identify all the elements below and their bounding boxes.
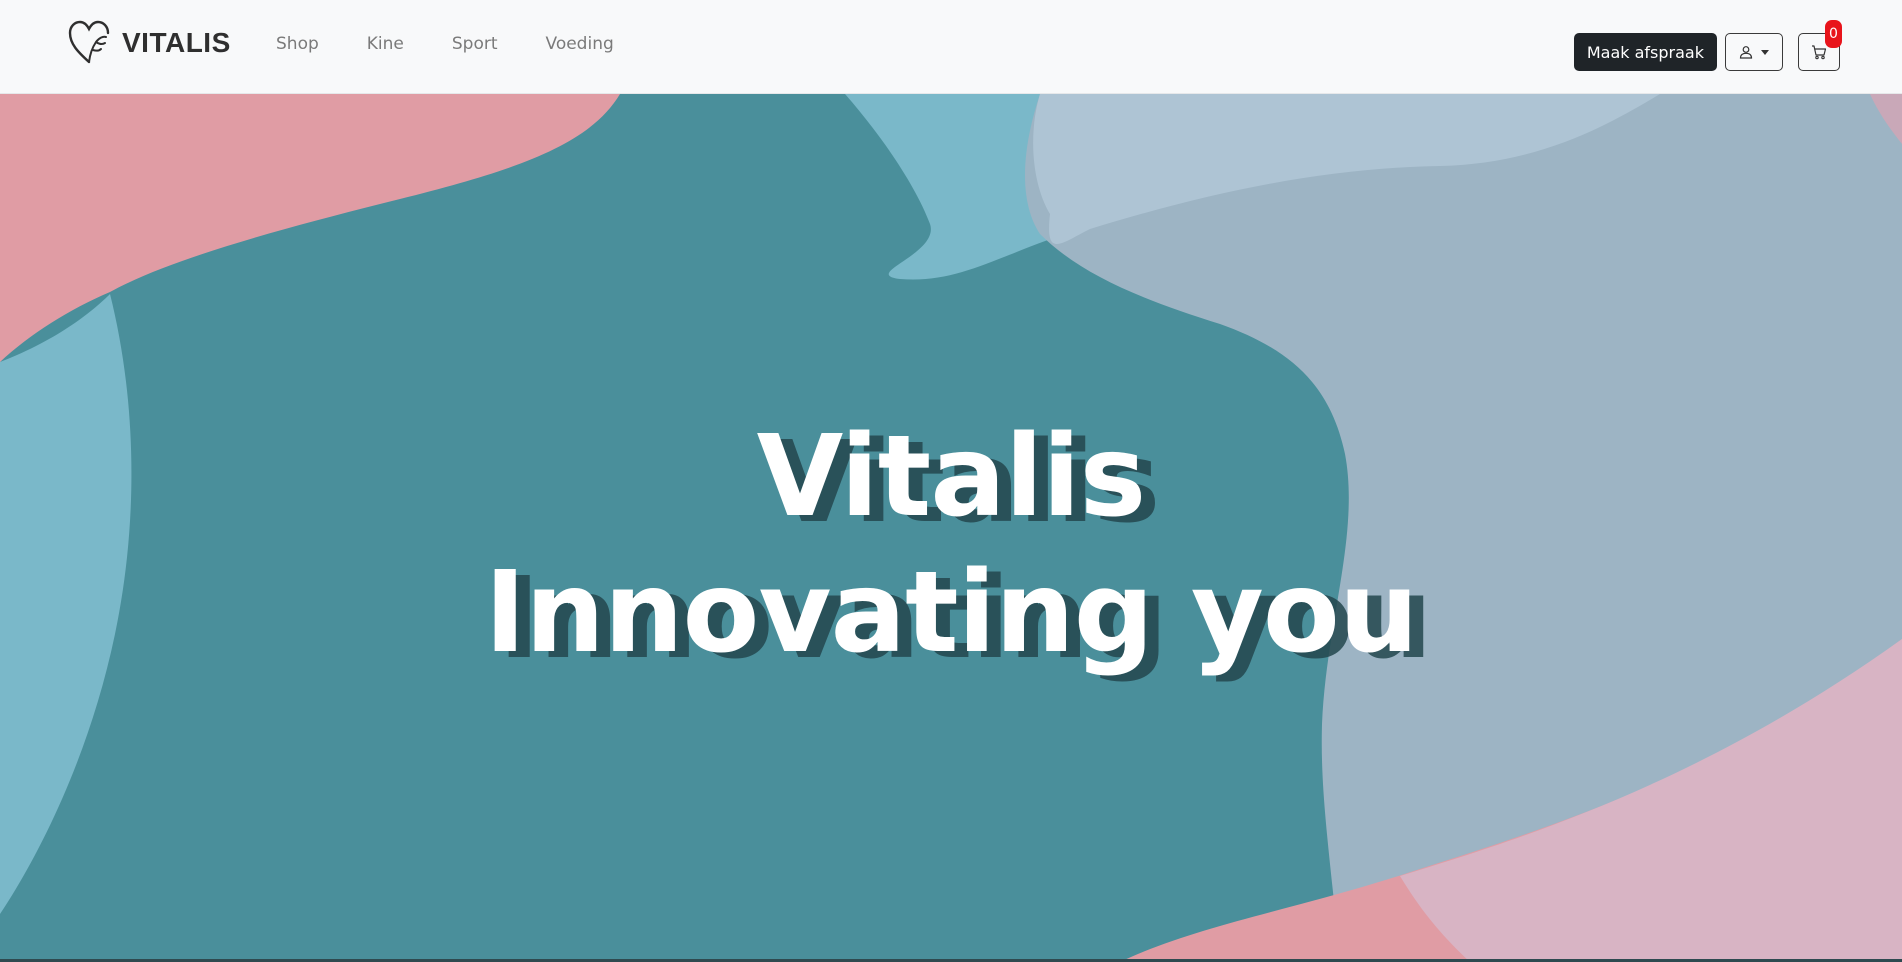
make-appointment-button[interactable]: Maak afspraak <box>1573 33 1717 71</box>
user-icon <box>1739 46 1753 59</box>
nav-actions: Maak afspraak 0 <box>1573 20 1842 71</box>
user-menu-button[interactable] <box>1725 33 1783 71</box>
nav-link-sport[interactable]: Sport <box>452 34 498 54</box>
hero-section: Vitalis Innovating you <box>0 94 1902 962</box>
nav-link-kine[interactable]: Kine <box>367 34 404 54</box>
cart-button[interactable]: 0 <box>1798 20 1842 71</box>
logo-heart-icon <box>68 20 110 64</box>
cart-icon <box>1812 45 1827 60</box>
main-nav: Shop Kine Sport Voeding <box>276 34 662 54</box>
hero-title: Vitalis <box>756 412 1147 542</box>
nav-link-voeding[interactable]: Voeding <box>546 34 614 54</box>
brand[interactable]: VITALIS <box>66 18 231 68</box>
brand-name: VITALIS <box>122 27 231 58</box>
nav-link-shop[interactable]: Shop <box>276 34 319 54</box>
chevron-down-icon <box>1761 49 1769 55</box>
cart-count-badge: 0 <box>1825 20 1842 48</box>
navbar: VITALIS Shop Kine Sport Voeding Maak afs… <box>0 0 1902 94</box>
hero-subtitle: Innovating you <box>484 548 1418 678</box>
